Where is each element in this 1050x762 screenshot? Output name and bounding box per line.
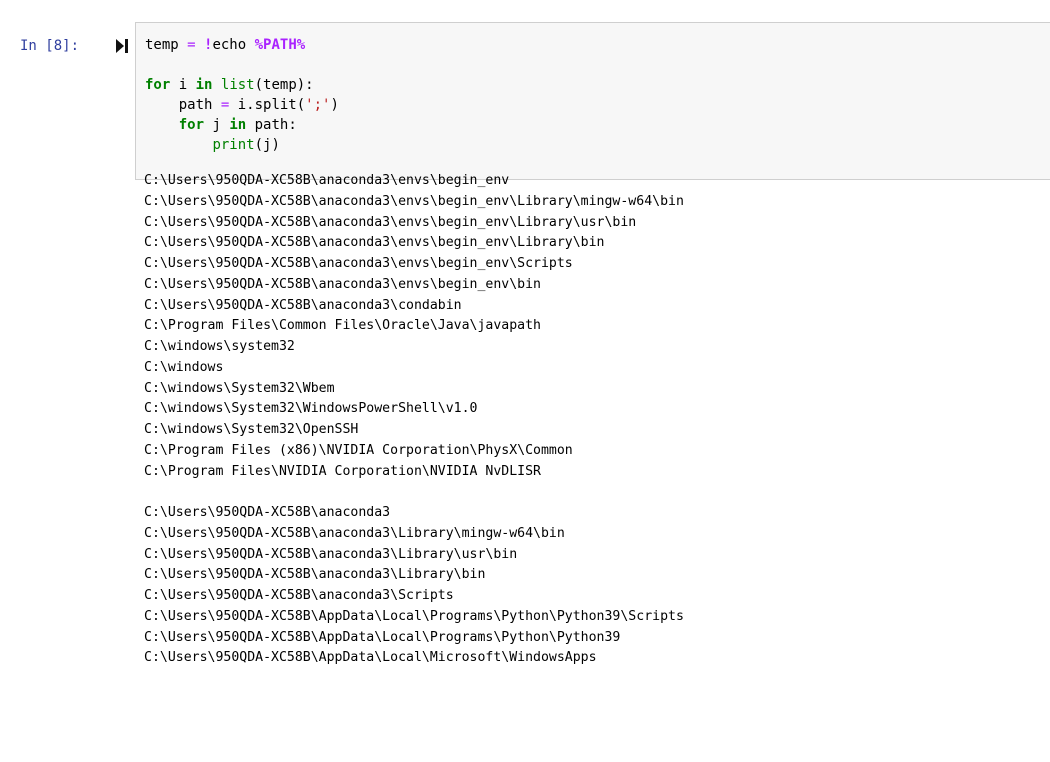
code-token: (temp): [254, 77, 314, 93]
output-line: C:\Program Files\Common Files\Oracle\Jav… [144, 318, 541, 334]
code-token: in [229, 117, 247, 133]
input-prompt: In [8]: [20, 38, 80, 54]
cell-output: C:\Users\950QDA-XC58B\anaconda3\envs\beg… [144, 171, 684, 669]
output-line: C:\Users\950QDA-XC58B\anaconda3\Library\… [144, 525, 565, 541]
output-line: C:\Program Files (x86)\NVIDIA Corporatio… [144, 442, 573, 458]
code-token: i [170, 77, 196, 93]
code-token: ) [330, 97, 339, 113]
output-line: C:\Users\950QDA-XC58B\AppData\Local\Prog… [144, 608, 684, 624]
output-line: C:\windows\System32\Wbem [144, 380, 335, 396]
output-line: C:\Users\950QDA-XC58B\anaconda3\envs\beg… [144, 256, 573, 271]
code-token: print [212, 137, 255, 153]
code-token: = [212, 97, 238, 113]
code-editor[interactable]: temp = !echo %PATH% for i in list(temp):… [145, 35, 339, 155]
output-line: C:\Users\950QDA-XC58B\anaconda3\envs\beg… [144, 193, 684, 209]
output-line: C:\Users\950QDA-XC58B\anaconda3\condabin [144, 297, 462, 313]
code-token: for [178, 117, 205, 133]
code-token: list [220, 77, 255, 93]
code-token: in [195, 77, 213, 93]
output-line: C:\Users\950QDA-XC58B\anaconda3\envs\beg… [144, 173, 510, 188]
output-line: C:\windows [144, 359, 224, 375]
code-token: i.split( [237, 97, 306, 113]
code-token: echo [212, 37, 255, 53]
code-token: for [145, 77, 171, 93]
code-input-area[interactable]: temp = !echo %PATH% for i in list(temp):… [135, 22, 1050, 180]
code-token: j [204, 117, 230, 133]
output-line: C:\Users\950QDA-XC58B\anaconda3\envs\beg… [144, 214, 637, 230]
output-line: C:\Users\950QDA-XC58B\anaconda3\Library\… [144, 546, 518, 562]
output-line: C:\Users\950QDA-XC58B\anaconda3\envs\beg… [144, 235, 605, 251]
output-line: C:\Users\950QDA-XC58B\anaconda3 [144, 505, 391, 520]
code-token: path: [246, 117, 297, 133]
code-token: %PATH% [254, 37, 306, 53]
code-token: ';' [305, 97, 331, 113]
output-line: C:\Users\950QDA-XC58B\AppData\Local\Prog… [144, 629, 621, 645]
output-line: C:\windows\System32\OpenSSH [144, 422, 359, 437]
code-token: (j) [254, 137, 280, 153]
output-line: C:\Users\950QDA-XC58B\anaconda3\Scripts [144, 588, 454, 603]
output-line: C:\Users\950QDA-XC58B\AppData\Local\Micr… [144, 650, 597, 666]
code-token: = [178, 37, 205, 53]
code-token: temp [145, 37, 179, 53]
output-line: C:\Program Files\NVIDIA Corporation\NVID… [144, 463, 541, 479]
output-line: C:\Users\950QDA-XC58B\anaconda3\Library\… [144, 567, 486, 583]
code-token: path [178, 97, 213, 113]
output-line: C:\windows\system32 [144, 339, 295, 354]
output-line: C:\windows\System32\WindowsPowerShell\v1… [144, 401, 478, 417]
output-line: C:\Users\950QDA-XC58B\anaconda3\envs\beg… [144, 276, 541, 292]
run-cell-icon [116, 39, 128, 53]
run-cell-button[interactable] [114, 36, 130, 56]
